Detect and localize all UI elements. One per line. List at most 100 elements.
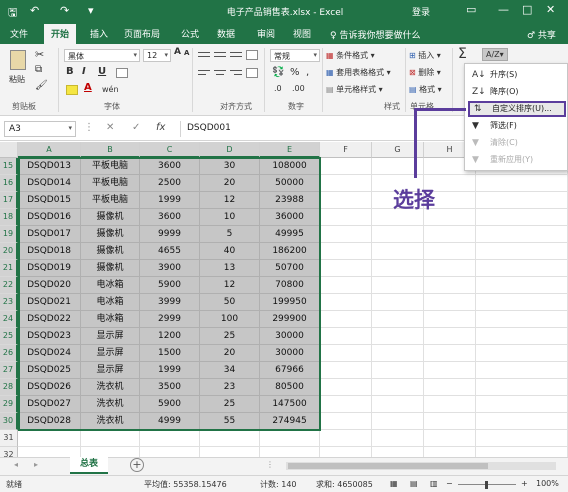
table-cell-e[interactable]	[260, 430, 320, 447]
table-cell-c[interactable]: 1200	[140, 328, 200, 345]
redo-icon[interactable]: ↷	[60, 4, 69, 17]
row-header[interactable]: 29	[0, 396, 18, 413]
menu-item-custom-sort[interactable]: ⇅ 自定义排序(U)...	[468, 101, 566, 117]
table-cell-b[interactable]: 电冰箱	[81, 294, 140, 311]
table-cell-empty[interactable]	[320, 294, 372, 311]
table-cell-empty[interactable]	[476, 175, 568, 192]
table-cell-b[interactable]: 电冰箱	[81, 311, 140, 328]
table-cell-d[interactable]	[200, 430, 260, 447]
currency-icon[interactable]: 💱	[272, 67, 284, 78]
spreadsheet-grid[interactable]: A B C D E F G H 15 DSQD013 平板电脑 3600 30 10800…	[0, 142, 568, 457]
table-cell-empty[interactable]	[320, 209, 372, 226]
table-cell-empty[interactable]	[476, 260, 568, 277]
cut-icon[interactable]: ✂	[35, 48, 44, 61]
decrease-decimal-icon[interactable]: .00	[292, 84, 305, 93]
fill-color-icon[interactable]	[66, 85, 78, 95]
table-cell-b[interactable]: 显示屏	[81, 362, 140, 379]
table-cell-empty[interactable]	[424, 260, 476, 277]
table-cell-empty[interactable]	[476, 209, 568, 226]
paste-button[interactable]: 粘贴	[9, 74, 25, 85]
table-cell-empty[interactable]	[424, 328, 476, 345]
table-cell-empty[interactable]	[476, 379, 568, 396]
table-cell-c[interactable]: 3600	[140, 158, 200, 175]
table-cell-d[interactable]	[200, 447, 260, 457]
table-cell-empty[interactable]	[476, 294, 568, 311]
table-cell-c[interactable]: 2999	[140, 311, 200, 328]
table-cell-d[interactable]: 25	[200, 396, 260, 413]
table-cell-empty[interactable]	[320, 192, 372, 209]
table-cell-e[interactable]: 186200	[260, 243, 320, 260]
row-header[interactable]: 25	[0, 328, 18, 345]
number-format-select[interactable]: 常规 ▾	[270, 49, 320, 62]
borders-icon[interactable]	[116, 68, 128, 78]
row-header[interactable]: 23	[0, 294, 18, 311]
table-cell-c[interactable]: 4999	[140, 413, 200, 430]
table-cell-empty[interactable]	[372, 396, 424, 413]
table-cell-empty[interactable]	[372, 413, 424, 430]
italic-button[interactable]: I	[82, 66, 86, 77]
phonetic-button[interactable]: wén	[102, 85, 119, 94]
minimize-button[interactable]: —	[498, 3, 509, 16]
table-cell-empty[interactable]	[320, 396, 372, 413]
conditional-format-button[interactable]: ▦ 条件格式 ▾	[326, 50, 375, 61]
table-cell-c[interactable]: 3999	[140, 294, 200, 311]
table-cell-b[interactable]: 显示屏	[81, 328, 140, 345]
table-cell-empty[interactable]	[372, 311, 424, 328]
add-sheet-button[interactable]: +	[130, 458, 144, 472]
customize-qa-icon[interactable]: ▾	[88, 4, 94, 17]
close-button[interactable]: ✕	[546, 3, 555, 16]
row-header[interactable]: 16	[0, 175, 18, 192]
table-cell-a[interactable]	[18, 447, 81, 457]
table-cell-empty[interactable]	[372, 277, 424, 294]
grow-font-button[interactable]: A	[174, 47, 181, 57]
table-cell-empty[interactable]	[476, 345, 568, 362]
table-cell-empty[interactable]	[424, 430, 476, 447]
tab-insert[interactable]: 插入	[90, 27, 108, 40]
table-cell-c[interactable]: 9999	[140, 226, 200, 243]
table-cell-e[interactable]: 30000	[260, 345, 320, 362]
table-cell-c[interactable]: 1999	[140, 192, 200, 209]
table-cell-d[interactable]: 12	[200, 192, 260, 209]
table-cell-empty[interactable]	[476, 430, 568, 447]
select-all-corner[interactable]	[0, 142, 18, 158]
row-header[interactable]: 28	[0, 379, 18, 396]
table-cell-e[interactable]: 23988	[260, 192, 320, 209]
table-cell-empty[interactable]	[476, 277, 568, 294]
table-cell-c[interactable]: 1500	[140, 345, 200, 362]
format-as-table-button[interactable]: ▦ 套用表格格式 ▾	[326, 67, 391, 78]
table-cell-e[interactable]: 274945	[260, 413, 320, 430]
table-cell-d[interactable]: 23	[200, 379, 260, 396]
tab-file[interactable]: 文件	[10, 27, 28, 40]
table-cell-b[interactable]: 显示屏	[81, 345, 140, 362]
table-cell-empty[interactable]	[372, 294, 424, 311]
table-cell-a[interactable]: DSQD025	[18, 362, 81, 379]
copy-icon[interactable]: ⧉	[35, 64, 42, 75]
autosum-button[interactable]: Σ	[458, 46, 467, 62]
table-cell-empty[interactable]	[424, 362, 476, 379]
table-cell-e[interactable]: 36000	[260, 209, 320, 226]
scroll-right-icon[interactable]: ▸	[34, 460, 38, 469]
zoom-in-button[interactable]: +	[521, 479, 528, 488]
row-header[interactable]: 32	[0, 447, 18, 457]
merge-center-icon[interactable]	[246, 68, 258, 78]
table-cell-c[interactable]: 4655	[140, 243, 200, 260]
column-header-b[interactable]: B	[81, 142, 140, 158]
column-header-f[interactable]: F	[320, 142, 372, 158]
table-cell-d[interactable]: 100	[200, 311, 260, 328]
undo-icon[interactable]: ↶	[30, 4, 39, 17]
menu-item-sort-ascending[interactable]: A↓ 升序(S)	[468, 67, 566, 83]
scrollbar-thumb[interactable]	[288, 463, 488, 469]
table-cell-empty[interactable]	[476, 311, 568, 328]
table-cell-empty[interactable]	[476, 328, 568, 345]
table-cell-empty[interactable]	[372, 345, 424, 362]
table-cell-e[interactable]: 67966	[260, 362, 320, 379]
maximize-button[interactable]: □	[522, 3, 532, 16]
table-cell-e[interactable]: 70800	[260, 277, 320, 294]
table-cell-e[interactable]: 80500	[260, 379, 320, 396]
zoom-slider-thumb[interactable]	[485, 481, 488, 489]
cell-styles-button[interactable]: ▤ 单元格样式 ▾	[326, 84, 383, 95]
table-cell-empty[interactable]	[424, 243, 476, 260]
column-header-e[interactable]: E	[260, 142, 320, 158]
share-button[interactable]: ♂ 共享	[527, 28, 556, 41]
chevron-down-icon[interactable]: ▾	[68, 124, 72, 132]
